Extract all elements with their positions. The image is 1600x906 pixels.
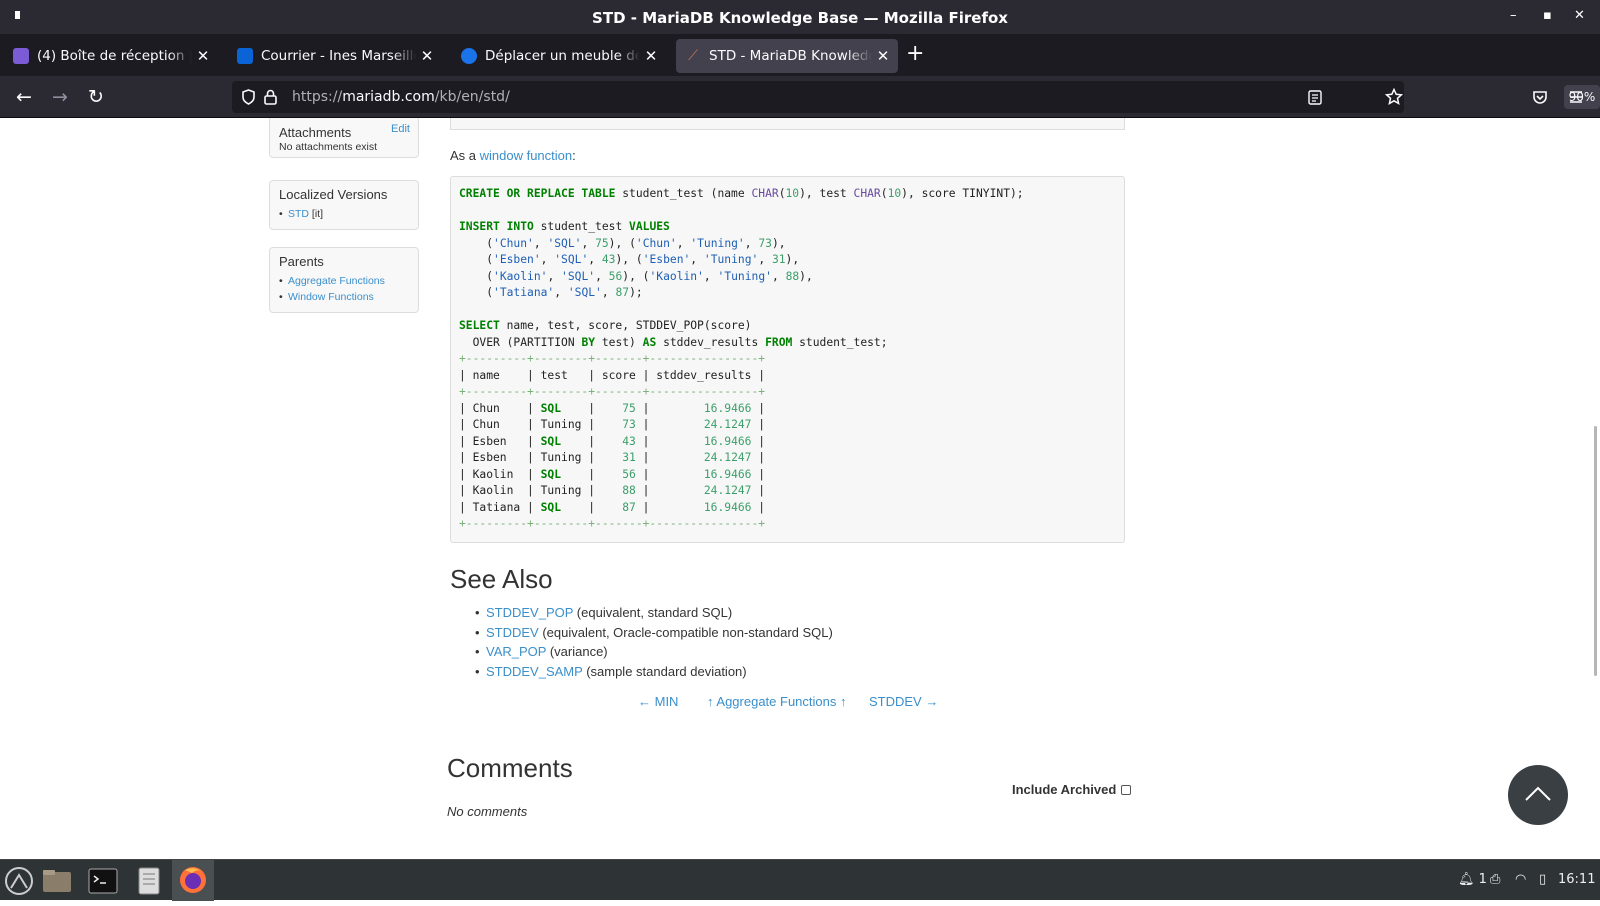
wifi-icon[interactable]: ◠ — [1515, 872, 1526, 887]
stddev-pop-link[interactable]: STDDEV_POP — [486, 605, 573, 620]
firefox-taskbar-icon[interactable] — [172, 860, 214, 901]
list-item: Window Functions — [279, 289, 409, 305]
no-comments-text: No comments — [447, 804, 528, 819]
include-archived-label: Include Archived — [1012, 782, 1117, 797]
terminal-icon[interactable] — [86, 864, 120, 898]
prev-min-link[interactable]: ← MIN — [638, 694, 678, 709]
code-block: CREATE OR REPLACE TABLE student_test (na… — [450, 176, 1125, 543]
outlook-icon — [237, 48, 253, 64]
shield-icon[interactable] — [241, 89, 256, 105]
see-also-list: STDDEV_POP (equivalent, standard SQL) ST… — [475, 603, 833, 681]
tab-close-icon[interactable]: ✕ — [640, 47, 662, 65]
scrollbar-thumb[interactable] — [1594, 426, 1597, 676]
url-bar[interactable]: https://mariadb.com/kb/en/std/ 90% — [232, 81, 1600, 113]
parents-title: Parents — [279, 254, 324, 269]
window-function-link[interactable]: window function — [480, 148, 573, 163]
gmail-icon — [13, 48, 29, 64]
var-pop-link[interactable]: VAR_POP — [486, 644, 546, 659]
attachments-edit-link[interactable]: Edit — [391, 123, 410, 135]
chevron-up-icon — [1525, 786, 1551, 801]
menu-icon[interactable] — [1568, 90, 1584, 104]
include-archived: Include Archived — [1012, 782, 1132, 797]
clock[interactable]: 16:11 — [1558, 872, 1595, 887]
window-titlebar: STD - MariaDB Knowledge Base — Mozilla F… — [0, 0, 1600, 34]
intro-paragraph: As a window function: — [450, 148, 576, 163]
tab-strip: (4) Boîte de réception | ines ✕ Courrier… — [0, 34, 1600, 76]
mariadb-icon: ⟋ — [688, 48, 698, 64]
printer-icon[interactable]: ⎙ — [1490, 872, 1500, 887]
list-item: STDDEV_SAMP (sample standard deviation) — [475, 662, 833, 682]
attachments-title: Attachments — [279, 125, 352, 140]
localized-versions-title: Localized Versions — [279, 187, 388, 202]
close-window-icon[interactable]: ✕ — [1574, 8, 1585, 23]
window-title: STD - MariaDB Knowledge Base — Mozilla F… — [592, 9, 1008, 27]
localized-versions-box: Localized Versions STD [it] — [269, 180, 419, 230]
url-text[interactable]: https://mariadb.com/kb/en/std/ — [292, 89, 510, 105]
include-archived-checkbox[interactable] — [1121, 784, 1132, 795]
scroll-to-top-button[interactable] — [1508, 765, 1568, 825]
reload-icon[interactable]: ↻ — [83, 84, 109, 110]
next-stddev-link[interactable]: STDDEV → — [869, 694, 938, 709]
previous-code-block — [450, 118, 1125, 130]
reader-view-icon[interactable] — [1308, 90, 1322, 105]
tab-mariadb[interactable]: ⟋ STD - MariaDB Knowledge Base ✕ — [676, 39, 898, 73]
tab-close-icon[interactable]: ✕ — [192, 47, 214, 65]
scrollbar[interactable] — [1588, 118, 1600, 859]
list-item: STDDEV_POP (equivalent, standard SQL) — [475, 603, 833, 623]
maximize-icon[interactable]: ▪ — [1543, 8, 1552, 23]
list-item: STDDEV (equivalent, Oracle-compatible no… — [475, 623, 833, 643]
parent-window-functions-link[interactable]: Window Functions — [288, 291, 374, 303]
list-item: VAR_POP (variance) — [475, 642, 833, 662]
forward-icon[interactable]: → — [47, 84, 73, 110]
globe-icon — [461, 48, 477, 64]
tab-deplacer[interactable]: Déplacer un meuble de Marseille ✕ — [452, 39, 666, 73]
parents-box: Parents Aggregate Functions Window Funct… — [269, 247, 419, 313]
new-tab-icon[interactable]: + — [906, 41, 924, 66]
battery-icon[interactable]: ▯ — [1539, 872, 1546, 887]
minimize-icon[interactable]: – — [1510, 8, 1517, 23]
list-item: STD [it] — [279, 206, 409, 222]
attachments-box: Attachments Edit No attachments exist — [269, 118, 419, 158]
attachments-text: No attachments exist — [279, 141, 378, 153]
navigation-bar: ← → ↻ https://mariadb.com/kb/en/std/ 90% — [0, 76, 1600, 118]
tab-gmail[interactable]: (4) Boîte de réception | ines ✕ — [4, 39, 218, 73]
lock-icon[interactable] — [264, 89, 277, 105]
parent-aggregate-functions-link[interactable]: Aggregate Functions — [288, 275, 385, 287]
app-menu-icon[interactable] — [2, 864, 36, 898]
stddev-samp-link[interactable]: STDDEV_SAMP — [486, 664, 583, 679]
tab-close-icon[interactable]: ✕ — [872, 47, 894, 65]
tab-close-icon[interactable]: ✕ — [416, 47, 438, 65]
archive-manager-icon[interactable] — [132, 864, 166, 898]
localized-std-link[interactable]: STD — [288, 208, 309, 220]
tab-outlook[interactable]: Courrier - Ines Marseille - Outlook ✕ — [228, 39, 442, 73]
comments-heading: Comments — [447, 753, 573, 783]
pocket-icon[interactable] — [1532, 89, 1548, 105]
bookmark-star-icon[interactable] — [1385, 88, 1403, 106]
see-also-heading: See Also — [450, 564, 553, 594]
notifications-tray[interactable]: 🔔︎ 1 — [1458, 872, 1487, 887]
back-icon[interactable]: ← — [11, 84, 37, 110]
file-manager-icon[interactable] — [40, 864, 74, 898]
page-content: Attachments Edit No attachments exist Lo… — [0, 118, 1600, 859]
stddev-link[interactable]: STDDEV — [486, 625, 539, 640]
up-aggregate-functions-link[interactable]: ↑ Aggregate Functions ↑ — [707, 694, 846, 709]
taskbar: 🔔︎ 1 ⎙ ◠ ▯ 16:11 — [0, 859, 1600, 901]
list-item: Aggregate Functions — [279, 273, 409, 289]
